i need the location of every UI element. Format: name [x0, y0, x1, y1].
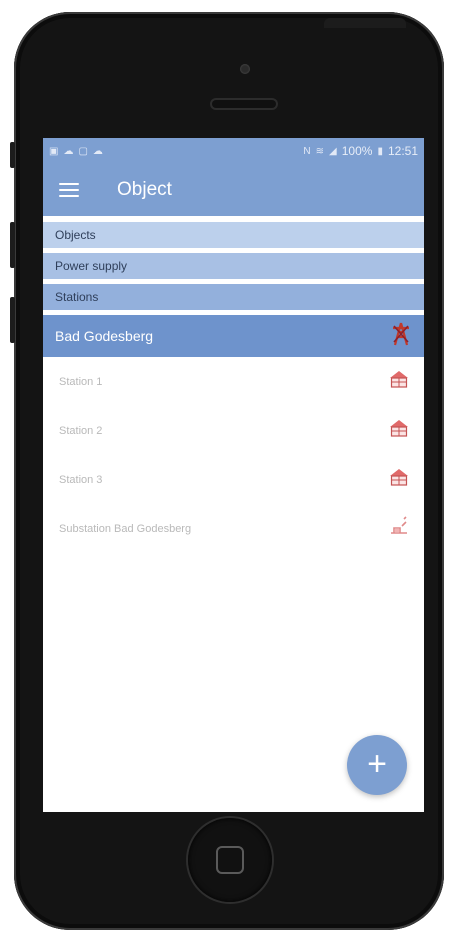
- station-house-icon: [388, 467, 410, 492]
- mute-switch: [10, 142, 15, 168]
- add-icon: +: [367, 745, 387, 783]
- breadcrumb-label: Objects: [55, 228, 96, 242]
- substation-icon: [388, 515, 410, 542]
- image-icon: ▣: [49, 145, 59, 157]
- list-item-station-1[interactable]: Station 1: [43, 357, 424, 406]
- hamburger-menu-icon[interactable]: [59, 183, 79, 197]
- cloud-icon: ☁: [92, 145, 103, 157]
- list-item-station-2[interactable]: Station 2: [43, 406, 424, 455]
- breadcrumb-label: Power supply: [55, 259, 128, 273]
- group-header-bad-godesberg[interactable]: Bad Godesberg: [43, 315, 424, 357]
- app-screen: ▣ ☁ ▢ ☁ N ≋ ◢ 100% ▮ 12:51 Object Object…: [43, 138, 424, 812]
- item-label: Station 1: [59, 375, 103, 388]
- item-label: Station 2: [59, 424, 103, 437]
- home-button[interactable]: [188, 818, 272, 902]
- station-house-icon: [388, 369, 410, 394]
- list-item-substation-bad-godesberg[interactable]: Substation Bad Godesberg: [43, 504, 424, 553]
- app-bar: Object: [43, 164, 424, 216]
- nfc-icon: N: [303, 145, 311, 157]
- wifi-icon: ≋: [315, 145, 325, 157]
- item-label: Station 3: [59, 473, 103, 486]
- signal-icon: ◢: [329, 145, 337, 157]
- status-right-icons: N ≋ ◢ 100% ▮ 12:51: [303, 144, 418, 158]
- status-time: 12:51: [387, 144, 418, 158]
- list-item-station-3[interactable]: Station 3: [43, 455, 424, 504]
- phone-icon: ▢: [78, 145, 88, 157]
- breadcrumb-stations[interactable]: Stations: [43, 284, 424, 310]
- battery-percent: 100%: [341, 144, 373, 158]
- add-button[interactable]: +: [347, 735, 407, 795]
- volume-up-button: [10, 222, 15, 268]
- cloud-icon: ☁: [63, 145, 74, 157]
- station-house-icon: [388, 418, 410, 443]
- item-label: Substation Bad Godesberg: [59, 522, 192, 535]
- status-left-icons: ▣ ☁ ▢ ☁: [49, 146, 103, 157]
- power-pylon-icon: [390, 321, 412, 352]
- battery-icon: ▮: [377, 145, 383, 157]
- breadcrumb-power-supply[interactable]: Power supply: [43, 253, 424, 279]
- front-camera: [240, 64, 250, 74]
- earpiece-speaker: [212, 100, 276, 108]
- group-title: Bad Godesberg: [55, 328, 154, 344]
- power-button: [324, 18, 406, 28]
- breadcrumb-objects[interactable]: Objects: [43, 222, 424, 248]
- volume-down-button: [10, 297, 15, 343]
- home-square-icon: [216, 846, 244, 874]
- app-title: Object: [117, 179, 172, 200]
- breadcrumb-label: Stations: [55, 290, 99, 304]
- status-bar: ▣ ☁ ▢ ☁ N ≋ ◢ 100% ▮ 12:51: [43, 138, 424, 164]
